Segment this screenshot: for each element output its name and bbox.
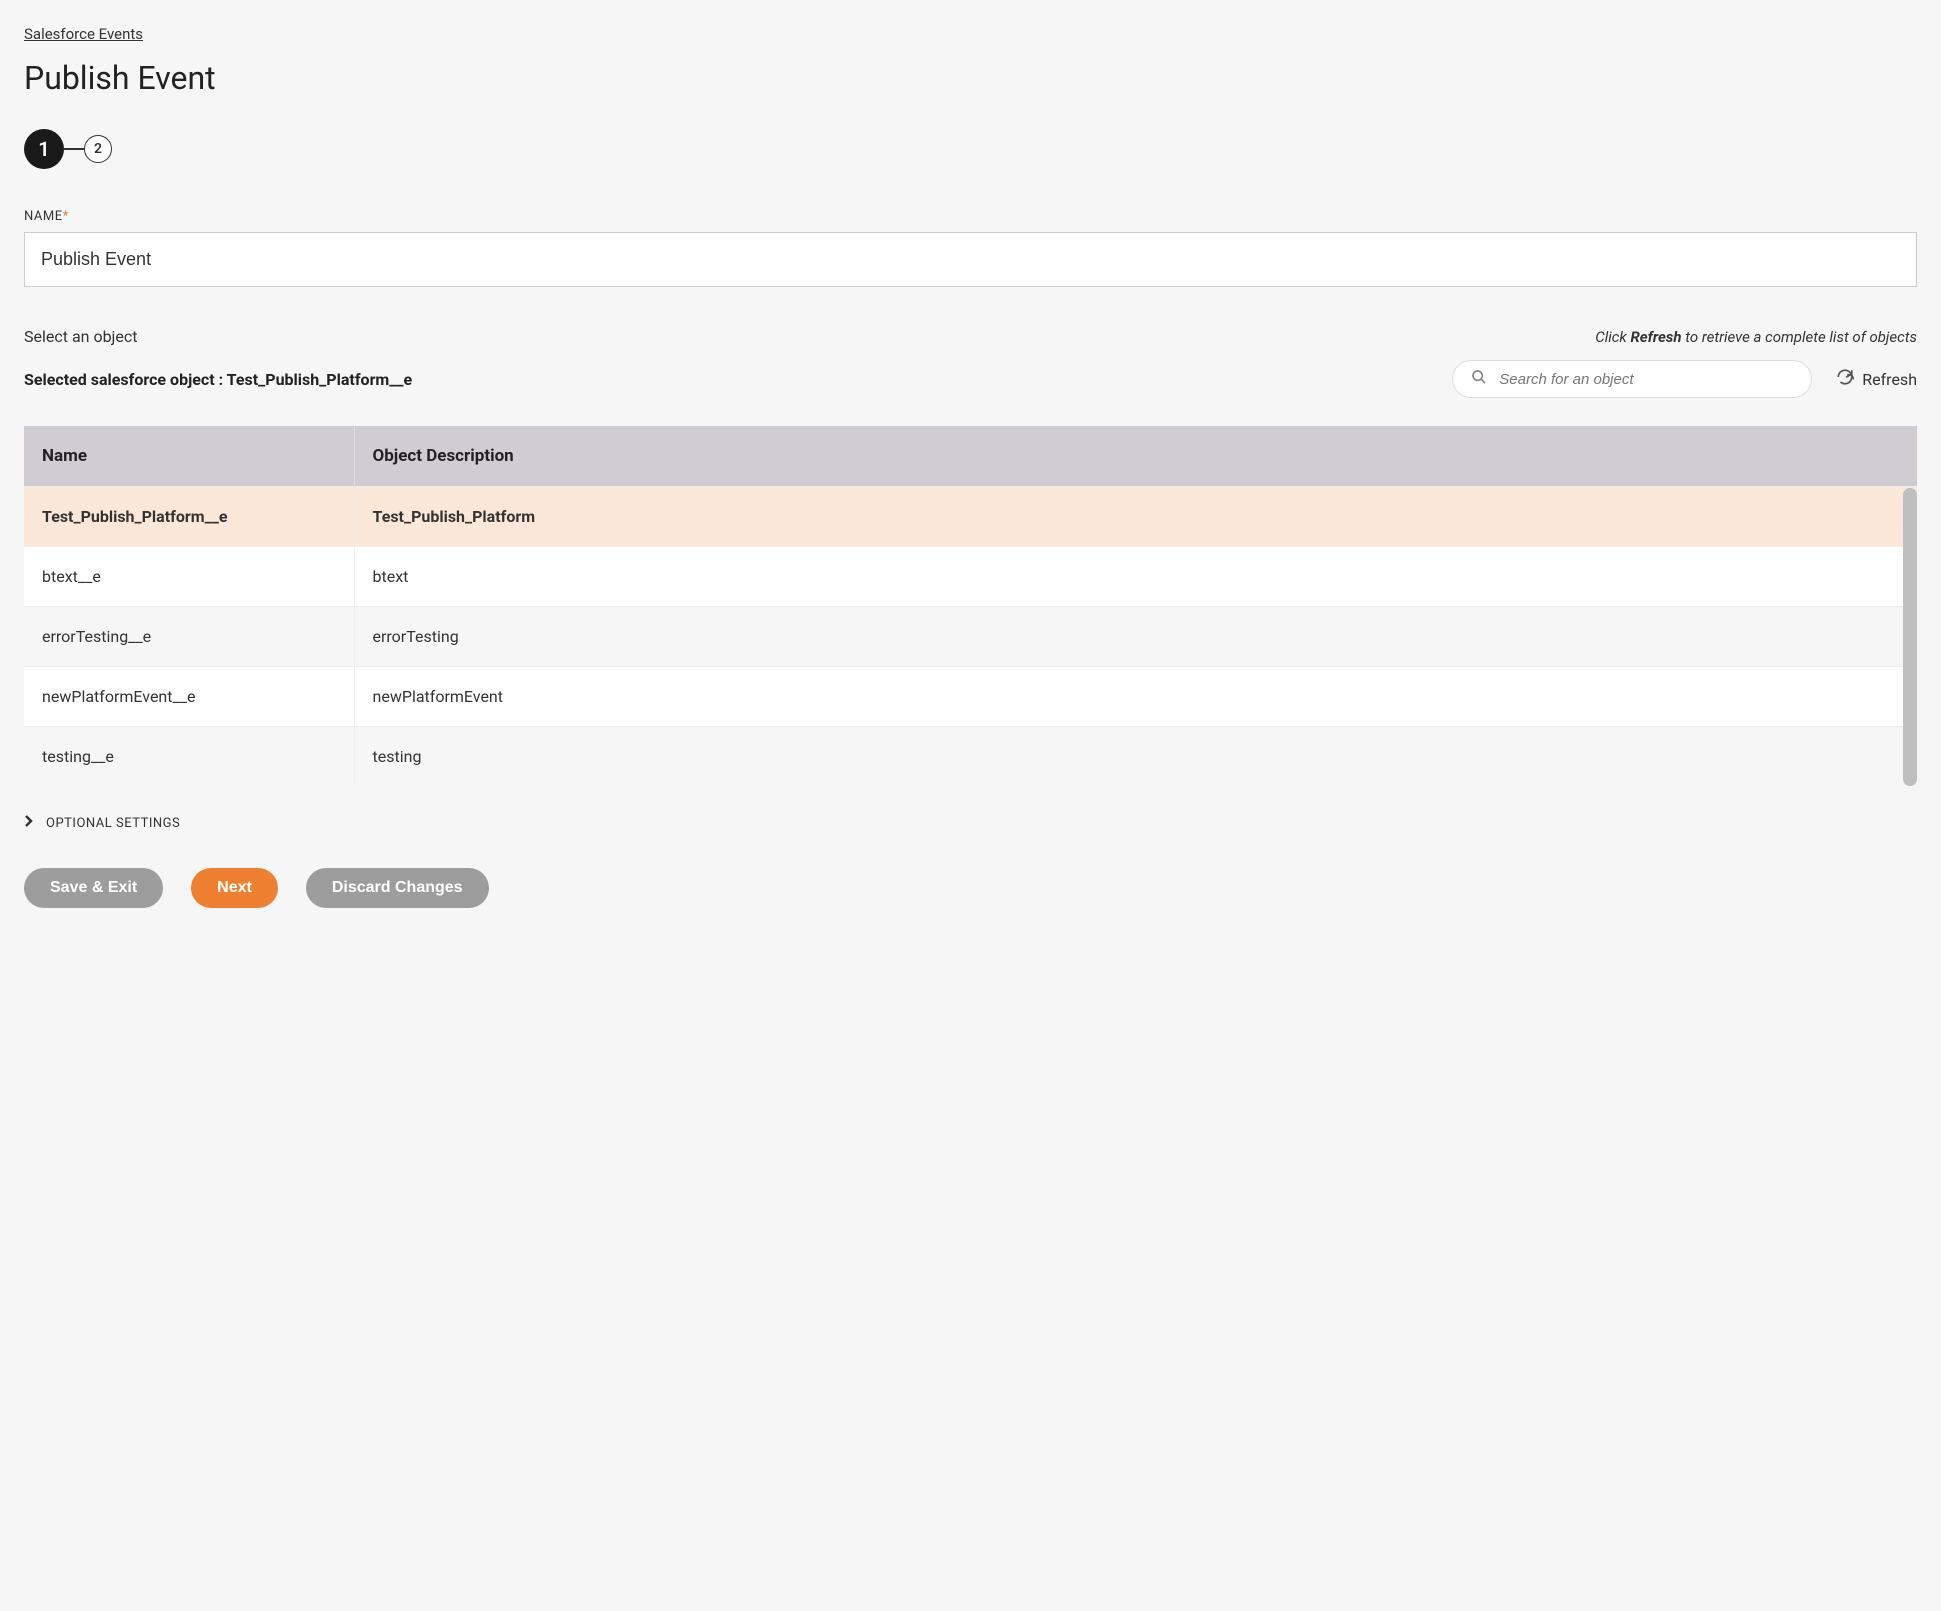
table-row[interactable]: errorTesting__eerrorTesting [24,607,1917,667]
optional-settings-toggle[interactable]: OPTIONAL SETTINGS [24,814,1917,832]
name-field-label: NAME* [24,209,1917,224]
cell-desc: btext [354,547,1917,607]
step-2[interactable]: 2 [84,135,112,163]
scrollbar-track[interactable] [1903,488,1917,786]
step-1[interactable]: 1 [24,129,64,169]
table-row[interactable]: btext__ebtext [24,547,1917,607]
cell-desc: newPlatformEvent [354,667,1917,727]
cell-desc: testing [354,727,1917,787]
refresh-icon [1836,368,1854,390]
breadcrumb-link[interactable]: Salesforce Events [24,25,143,43]
cell-name: btext__e [24,547,354,607]
refresh-hint: Click Refresh to retrieve a complete lis… [1595,328,1917,346]
stepper: 1 2 [24,129,1917,169]
save-exit-button[interactable]: Save & Exit [24,868,163,908]
object-table: Name Object Description Test_Publish_Pla… [24,426,1917,786]
step-connector [64,148,84,150]
cell-name: newPlatformEvent__e [24,667,354,727]
col-header-desc[interactable]: Object Description [354,426,1917,487]
cell-name: errorTesting__e [24,607,354,667]
next-button[interactable]: Next [191,868,278,908]
cell-desc: errorTesting [354,607,1917,667]
table-row[interactable]: testing__etesting [24,727,1917,787]
col-header-name[interactable]: Name [24,426,354,487]
name-input[interactable] [24,232,1917,287]
chevron-right-icon [24,814,34,832]
table-row[interactable]: Test_Publish_Platform__eTest_Publish_Pla… [24,487,1917,547]
table-row[interactable]: newPlatformEvent__enewPlatformEvent [24,667,1917,727]
select-object-label: Select an object [24,327,137,346]
cell-name: testing__e [24,727,354,787]
page-title: Publish Event [24,59,1917,97]
search-box[interactable] [1452,360,1812,398]
search-input[interactable] [1499,371,1793,388]
refresh-label: Refresh [1862,370,1917,389]
refresh-button[interactable]: Refresh [1836,368,1917,390]
selected-object-display: Selected salesforce object : Test_Publis… [24,370,412,389]
scrollbar-thumb[interactable] [1903,488,1917,786]
required-indicator: * [63,209,69,224]
cell-name: Test_Publish_Platform__e [24,487,354,547]
search-icon [1471,369,1499,389]
optional-settings-label: OPTIONAL SETTINGS [46,816,180,831]
cell-desc: Test_Publish_Platform [354,487,1917,547]
discard-button[interactable]: Discard Changes [306,868,489,908]
